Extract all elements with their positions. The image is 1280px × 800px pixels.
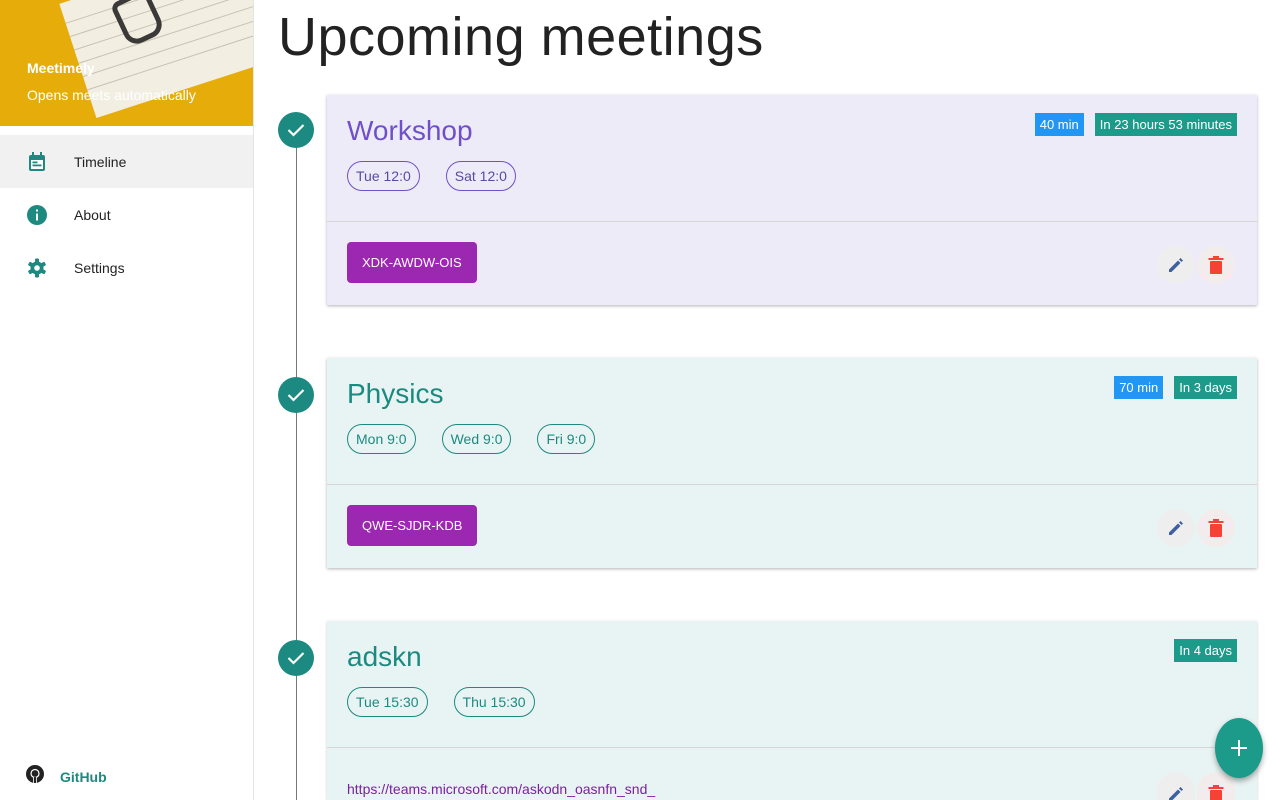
delete-button[interactable]	[1197, 509, 1235, 547]
edit-button[interactable]	[1157, 509, 1195, 547]
gear-icon	[27, 258, 47, 278]
schedule-chips: Tue 15:30 Thu 15:30	[347, 687, 1237, 717]
github-icon	[26, 765, 44, 788]
trash-icon	[1208, 256, 1224, 274]
app-name: Meetimely	[27, 60, 95, 76]
timeline-check-icon	[278, 377, 314, 413]
meeting-code-button[interactable]: XDK-AWDW-OIS	[347, 242, 477, 283]
meeting-title: adskn	[347, 641, 422, 672]
meeting-link[interactable]: https://teams.microsoft.com/askodn_oasnf…	[347, 781, 655, 797]
schedule-chip: Fri 9:0	[537, 424, 596, 454]
countdown-badge: In 23 hours 53 minutes	[1094, 113, 1237, 136]
sidebar-item-about[interactable]: About	[0, 188, 253, 241]
plus-icon	[1231, 740, 1247, 756]
add-meeting-button[interactable]	[1215, 718, 1263, 778]
schedule-chip: Wed 9:0	[441, 424, 512, 454]
sidebar-item-settings[interactable]: Settings	[0, 241, 253, 294]
info-icon	[27, 204, 47, 225]
timeline-check-icon	[278, 112, 314, 148]
timeline-line	[296, 130, 297, 800]
schedule-chip: Tue 15:30	[347, 687, 428, 717]
meeting-badges: In 4 days	[1163, 639, 1237, 662]
duration-badge: 40 min	[1034, 113, 1084, 136]
duration-badge: 70 min	[1114, 376, 1164, 399]
meeting-code-button[interactable]: QWE-SJDR-KDB	[347, 505, 478, 546]
card-actions: https://teams.microsoft.com/askodn_oasnf…	[327, 747, 1257, 800]
sidebar-item-timeline[interactable]: Timeline	[0, 135, 253, 188]
pencil-icon	[1169, 521, 1183, 535]
meeting-badges: 70 min In 3 days	[1103, 376, 1237, 399]
sidebar-item-label: Settings	[74, 259, 125, 276]
timeline-check-icon	[278, 640, 314, 676]
calendar-icon	[27, 151, 47, 172]
github-label: GitHub	[60, 768, 107, 785]
meeting-badges: 40 min In 23 hours 53 minutes	[1024, 113, 1237, 136]
countdown-badge: In 3 days	[1174, 376, 1237, 399]
app-tagline: Opens meets automatically	[27, 87, 196, 103]
sidebar: Meetimely Opens meets automatically Time…	[0, 0, 254, 800]
page-title: Upcoming meetings	[278, 7, 764, 67]
schedule-chips: Tue 12:0 Sat 12:0	[347, 161, 1237, 191]
meeting-card: Physics Mon 9:0 Wed 9:0 Fri 9:0 70 min I…	[327, 358, 1257, 568]
sidebar-nav: Timeline About Settings	[0, 135, 253, 294]
delete-button[interactable]	[1197, 246, 1235, 284]
sidebar-item-label: Timeline	[74, 153, 127, 170]
edit-button[interactable]	[1157, 246, 1195, 284]
schedule-chip: Thu 15:30	[453, 687, 535, 717]
schedule-chip: Tue 12:0	[347, 161, 420, 191]
meeting-card: Workshop Tue 12:0 Sat 12:0 40 min In 23 …	[327, 95, 1257, 305]
sidebar-header: Meetimely Opens meets automatically	[0, 0, 253, 126]
schedule-chips: Mon 9:0 Wed 9:0 Fri 9:0	[347, 424, 1237, 454]
meeting-card: adskn Tue 15:30 Thu 15:30 In 4 days http…	[327, 621, 1257, 800]
card-actions: QWE-SJDR-KDB	[327, 484, 1257, 568]
schedule-chip: Mon 9:0	[347, 424, 416, 454]
card-actions: XDK-AWDW-OIS	[327, 221, 1257, 305]
edit-button[interactable]	[1157, 772, 1195, 800]
pencil-icon	[1169, 258, 1183, 272]
sidebar-item-label: About	[74, 206, 111, 223]
schedule-chip: Sat 12:0	[445, 161, 516, 191]
trash-icon	[1208, 519, 1224, 537]
github-link[interactable]: GitHub	[26, 765, 107, 788]
countdown-badge: In 4 days	[1174, 639, 1237, 662]
trash-icon	[1208, 785, 1224, 800]
pencil-icon	[1169, 787, 1183, 800]
delete-button[interactable]	[1197, 772, 1235, 800]
